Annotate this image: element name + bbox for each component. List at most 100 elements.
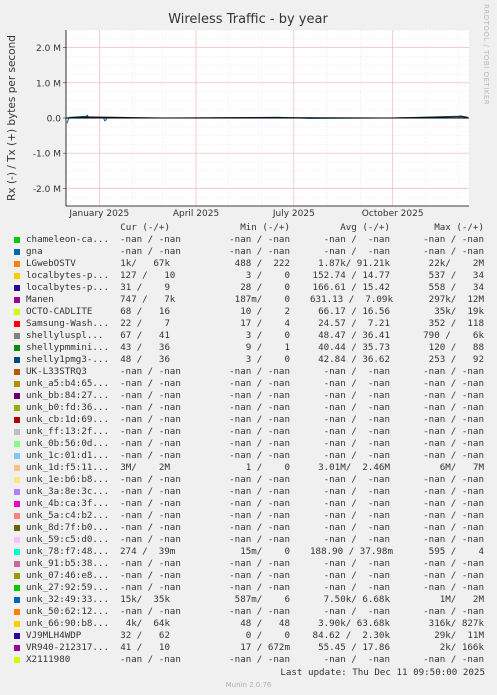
legend-value-cur: -nan / -nan [120, 246, 181, 257]
legend-series-name: localbytes-p... [26, 270, 109, 281]
legend-value-max: -nan / -nan [423, 246, 484, 257]
last-update: Last update: Thu Dec 11 09:50:00 2025 [280, 667, 485, 678]
legend-swatch [14, 417, 20, 423]
legend-value-max: 29k/ 11M [434, 630, 484, 641]
legend-swatch [14, 585, 20, 591]
legend-row: unk_8d:7f:b0... -nan / -nan -nan / -nan -na… [14, 522, 494, 534]
legend-value-min: 17 / 4 [240, 318, 290, 329]
legend-value-max: -nan / -nan [423, 654, 484, 665]
legend-value-max: -nan / -nan [423, 522, 484, 533]
legend-value-min: -nan / -nan [229, 246, 290, 257]
legend-value-avg: 84.62 / 2.30k [312, 630, 390, 641]
legend-value-avg: -nan / -nan [323, 510, 390, 521]
legend-value-min: -nan / -nan [229, 438, 290, 449]
legend-series-name: UK-L33STRQ3 [26, 366, 87, 377]
legend-swatch [14, 621, 20, 627]
legend-value-avg: -nan / -nan [323, 558, 390, 569]
legend-value-cur: -nan / -nan [120, 486, 181, 497]
legend-value-cur: -nan / -nan [120, 378, 181, 389]
legend-swatch [14, 237, 20, 243]
legend-value-cur: -nan / -nan [120, 414, 181, 425]
legend-value-avg: -nan / -nan [323, 246, 390, 257]
legend-value-avg: -nan / -nan [323, 414, 390, 425]
legend-value-max: -nan / -nan [423, 534, 484, 545]
legend-value-cur: 43 / 36 [120, 342, 170, 353]
legend-value-max: -nan / -nan [423, 414, 484, 425]
legend-value-min: -nan / -nan [229, 582, 290, 593]
legend-value-max: 595 / 4 [428, 546, 484, 557]
legend-value-cur: 747 / 7k [120, 294, 176, 305]
legend-value-avg: 188.90 / 37.98m [310, 546, 393, 557]
legend-value-max: -nan / -nan [423, 558, 484, 569]
legend-series-name: unk_1c:01:d1... [26, 450, 109, 461]
legend-value-avg: -nan / -nan [323, 474, 390, 485]
legend-series-name: OCTO-CADLITE [26, 306, 93, 317]
legend-value-max: -nan / -nan [423, 606, 484, 617]
legend-value-max: -nan / -nan [423, 570, 484, 581]
legend-value-min: -nan / -nan [229, 450, 290, 461]
legend-series-name: unk_1e:b6:b8... [26, 474, 109, 485]
legend-series-name: unk_8d:7f:b0... [26, 522, 109, 533]
legend-swatch [14, 261, 20, 267]
legend-swatch [14, 525, 20, 531]
legend-value-cur: 274 / 39m [120, 546, 176, 557]
legend-series-name: unk_1d:f5:11... [26, 462, 109, 473]
legend-series-name: unk_a5:b4:65... [26, 378, 109, 389]
legend-header-cur: Cur (-/+) [120, 222, 170, 233]
legend-value-min: 9 / 1 [245, 342, 290, 353]
legend-value-min: 28 / 0 [240, 282, 290, 293]
legend-swatch [14, 477, 20, 483]
legend-row: shelly1pmg3-... 48 / 36 3 / 0 42.84 / 36.62… [14, 354, 494, 366]
legend-value-max: 6M/ 7M [439, 462, 484, 473]
legend-value-cur: 3M/ 2M [120, 462, 170, 473]
legend-series-name: unk_bb:84:27... [26, 390, 109, 401]
legend-value-avg: -nan / -nan [323, 450, 390, 461]
legend-row: chameleon-ca... -nan / -nan -nan / -nan -na… [14, 234, 494, 246]
legend-value-max: 253 / 92 [428, 354, 484, 365]
legend-value-cur: -nan / -nan [120, 474, 181, 485]
legend-value-min: 15m/ 0 [240, 546, 290, 557]
legend-row: unk_07:46:e8... -nan / -nan -nan / -nan -na… [14, 570, 494, 582]
legend-swatch [14, 573, 20, 579]
legend-swatch [14, 633, 20, 639]
legend-swatch [14, 441, 20, 447]
legend-swatch [14, 333, 20, 339]
legend-value-cur: 4k/ 64k [125, 618, 170, 629]
legend-row: gna -nan / -nan -nan / -nan -nan / -nan -nan… [14, 246, 494, 258]
legend-series-name: unk_78:f7:48... [26, 546, 109, 557]
legend-series-name: Samsung-Wash... [26, 318, 109, 329]
legend-value-avg: 3.90k/ 63.68k [318, 618, 390, 629]
legend-series-name: unk_0b:56:0d... [26, 438, 109, 449]
legend-value-cur: -nan / -nan [120, 438, 181, 449]
legend-value-cur: -nan / -nan [120, 450, 181, 461]
legend-series-name: unk_91:b5:38... [26, 558, 109, 569]
legend-value-avg: -nan / -nan [323, 522, 390, 533]
legend-swatch [14, 465, 20, 471]
legend-swatch [14, 369, 20, 375]
legend-value-cur: -nan / -nan [120, 582, 181, 593]
legend-series-name: unk_5a:c4:b2... [26, 510, 109, 521]
legend-swatch [14, 453, 20, 459]
legend-row: unk_cb:1d:69... -nan / -nan -nan / -nan -na… [14, 414, 494, 426]
legend-swatch [14, 429, 20, 435]
legend-value-min: 587m/ 6 [234, 594, 290, 605]
legend-value-max: 2k/ 166k [439, 642, 484, 653]
legend-swatch [14, 537, 20, 543]
legend-value-max: 352 / 118 [428, 318, 484, 329]
legend-value-min: 3 / 0 [245, 354, 290, 365]
legend-series-name: unk_cb:1d:69... [26, 414, 109, 425]
legend-value-avg: 24.57 / 7.21 [318, 318, 390, 329]
legend-value-cur: 15k/ 35k [120, 594, 170, 605]
legend-value-max: -nan / -nan [423, 426, 484, 437]
legend-swatch [14, 309, 20, 315]
legend-row: unk_32:49:33... 15k/ 35k 587m/ 6 7.50k/ 6.6… [14, 594, 494, 606]
legend-row: VJ9MLH4WDP 32 / 62 0 / 0 84.62 / 2.30k 29k/ … [14, 630, 494, 642]
legend-value-avg: -nan / -nan [323, 438, 390, 449]
legend-row: shellyluspl... 67 / 41 3 / 0 48.47 / 36.41 7… [14, 330, 494, 342]
legend-value-max: -nan / -nan [423, 402, 484, 413]
legend-row: unk_bb:84:27... -nan / -nan -nan / -nan -na… [14, 390, 494, 402]
legend-value-avg: 48.47 / 36.41 [318, 330, 390, 341]
legend-swatch [14, 285, 20, 291]
legend-value-cur: -nan / -nan [120, 234, 181, 245]
legend-value-min: 488 / 222 [234, 258, 290, 269]
